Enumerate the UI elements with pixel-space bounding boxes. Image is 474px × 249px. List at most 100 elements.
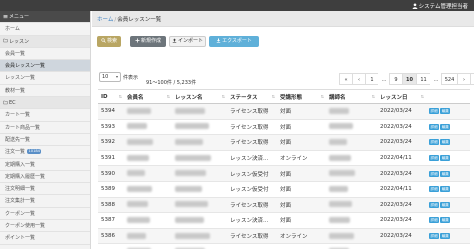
cell-actions: 詳細編集 [426, 228, 470, 245]
page-9[interactable]: 9 [389, 73, 403, 85]
page-first[interactable]: « [339, 73, 353, 85]
edit-button[interactable]: 編集 [440, 186, 451, 193]
import-button[interactable]: インポート [169, 36, 206, 47]
cell-format: 対面 [277, 119, 326, 136]
sidebar-item-subscription-history[interactable]: 定期購入履歴一覧 [0, 171, 90, 184]
column-header-member[interactable]: 会員名 ⇅ [124, 89, 172, 104]
edit-button[interactable]: 編集 [440, 170, 451, 177]
sidebar-item-carts[interactable]: カート一覧 [0, 109, 90, 122]
sidebar-item-label: 配送先一覧 [5, 136, 31, 143]
sidebar-item-label: ポイント一覧 [5, 235, 36, 242]
sidebar-item-label: ホーム [5, 26, 20, 33]
cell-member-redacted [124, 212, 172, 229]
detail-button[interactable]: 詳細 [429, 201, 440, 208]
sort-icon: ⇅ [118, 94, 122, 99]
per-page-select[interactable]: 10 [99, 72, 121, 82]
sidebar-item-home[interactable]: ホーム [0, 23, 90, 36]
sidebar-item-subscriptions[interactable]: 定期購入一覧 [0, 159, 90, 171]
sidebar-item-label: カート一覧 [5, 112, 31, 119]
member-lesson-table: ID ⇅ 会員名 ⇅ レッスン名 ⇅ ステータス ⇅ 受講形態 ⇅ 講師名 ⇅ レッスン日 ⇅… [98, 89, 470, 249]
edit-button[interactable]: 編集 [440, 139, 451, 146]
breadcrumb-separator: / [114, 17, 117, 23]
sidebar: メニュー ホーム レッスン 会員一覧 会員レッスン一覧 レッスン一覧 教材一覧 … [0, 11, 91, 249]
sidebar-item-lessons[interactable]: レッスン一覧 [0, 72, 90, 85]
cell-date: 2022/04/11 [377, 181, 426, 198]
detail-button[interactable]: 詳細 [429, 139, 440, 146]
breadcrumb-home-link[interactable]: ホーム [97, 17, 113, 23]
sidebar-item-order-details[interactable]: 注文明細一覧 [0, 183, 90, 196]
detail-button[interactable]: 詳細 [429, 170, 440, 177]
detail-button[interactable]: 詳細 [429, 155, 440, 162]
detail-button[interactable]: 詳細 [429, 233, 440, 240]
edit-button[interactable]: 編集 [440, 201, 451, 208]
search-button[interactable]: 検索 [97, 36, 121, 47]
column-header-format[interactable]: 受講形態 ⇅ [277, 89, 326, 104]
cell-lesson-redacted [172, 228, 227, 245]
cell-format: オンライン [277, 243, 326, 249]
sidebar-item-label: クーポン使用一覧 [5, 223, 46, 230]
page-10[interactable]: 10 [402, 73, 417, 85]
sidebar-item-coupon-usage[interactable]: クーポン使用一覧 [0, 220, 90, 233]
table-header-row: ID ⇅ 会員名 ⇅ レッスン名 ⇅ ステータス ⇅ 受講形態 ⇅ 講師名 ⇅ レッスン日 ⇅ [98, 89, 470, 104]
folder-open-icon [3, 100, 8, 104]
sort-icon: ⇅ [320, 94, 324, 99]
table-row: 5386 ライセンス取得 オンライン 2022/03/24 詳細 編集 [98, 228, 470, 245]
edit-button[interactable]: 編集 [440, 123, 451, 130]
page-next[interactable]: › [457, 73, 471, 85]
sidebar-item-cart-products[interactable]: カート商品一覧 [0, 122, 90, 134]
order-count-badge: 10184 [27, 149, 42, 155]
page-11[interactable]: 11 [416, 73, 431, 85]
sidebar-item-member-lessons[interactable]: 会員レッスン一覧 [0, 60, 90, 73]
detail-button[interactable]: 詳細 [429, 123, 440, 130]
cell-lesson-redacted [172, 197, 227, 214]
detail-button[interactable]: 詳細 [429, 186, 440, 193]
cell-format: オンライン [277, 150, 326, 167]
page-1[interactable]: 1 [365, 73, 379, 85]
sidebar-item-shipping[interactable]: 配送先一覧 [0, 134, 90, 147]
cell-instructor-redacted [326, 165, 377, 182]
sidebar-item-materials[interactable]: 教材一覧 [0, 85, 90, 98]
sidebar-item-points[interactable]: ポイント一覧 [0, 232, 90, 245]
cell-instructor-redacted [326, 150, 377, 167]
cell-actions: 詳細編集 [426, 243, 470, 249]
cell-date: 2022/03/24 [377, 228, 426, 245]
cell-lesson-redacted [172, 165, 227, 182]
edit-button[interactable]: 編集 [440, 233, 451, 240]
column-header-status[interactable]: ステータス ⇅ [227, 89, 277, 104]
edit-button[interactable]: 編集 [440, 155, 451, 162]
cell-actions: 詳細編集 [426, 165, 470, 182]
detail-button[interactable]: 詳細 [429, 217, 440, 224]
page-524[interactable]: 524 [441, 73, 458, 85]
page-last[interactable]: » [470, 73, 474, 85]
edit-button[interactable]: 編集 [440, 108, 451, 115]
sidebar-section-ec[interactable]: EC [0, 97, 90, 110]
cell-status: レッスン仮受付 [227, 181, 277, 198]
page-prev[interactable]: ‹ [352, 73, 366, 85]
cell-member-redacted [124, 228, 172, 245]
sidebar-item-orders[interactable]: 注文一覧 10184 [0, 146, 90, 159]
user-menu[interactable]: システム管理担当者 [412, 2, 468, 10]
cell-instructor-redacted [326, 197, 377, 214]
cell-status: ライセンス取得 [227, 103, 277, 120]
table-row: 5388 ライセンス取得 対面 2022/03/24 詳細 編集 [98, 197, 470, 214]
sidebar-item-coupons[interactable]: クーポン一覧 [0, 208, 90, 221]
sidebar-menu-header-label: メニュー [9, 14, 30, 20]
edit-button[interactable]: 編集 [440, 217, 451, 224]
table-row: 5389 レッスン仮受付 対面 2022/04/11 詳細 編集 [98, 181, 470, 198]
detail-button[interactable]: 詳細 [429, 108, 440, 115]
table-row: 5385 レッスン決済...オンライン 2022/03/24詳細編集 [98, 243, 470, 249]
sidebar-item-order-summary[interactable]: 注文集計一覧 [0, 195, 90, 208]
sidebar-item-members[interactable]: 会員一覧 [0, 48, 90, 61]
sidebar-section-lesson[interactable]: レッスン [0, 35, 90, 48]
column-header-instructor[interactable]: 講師名 ⇅ [326, 89, 377, 104]
sidebar-menu-header[interactable]: メニュー [0, 11, 90, 24]
export-button[interactable]: エクスポート [209, 36, 259, 47]
column-header-date[interactable]: レッスン日 ⇅ [377, 89, 426, 104]
cell-actions: 詳細編集 [426, 134, 470, 151]
sort-icon: ⇅ [371, 94, 375, 99]
cell-format: 対面 [277, 181, 326, 198]
column-header-id[interactable]: ID ⇅ [98, 89, 124, 104]
new-button[interactable]: 新規作成 [130, 36, 166, 47]
column-header-lesson[interactable]: レッスン名 ⇅ [172, 89, 227, 104]
table-row: 5390 レッスン仮受付 対面 2022/03/24 詳細 編集 [98, 165, 470, 182]
